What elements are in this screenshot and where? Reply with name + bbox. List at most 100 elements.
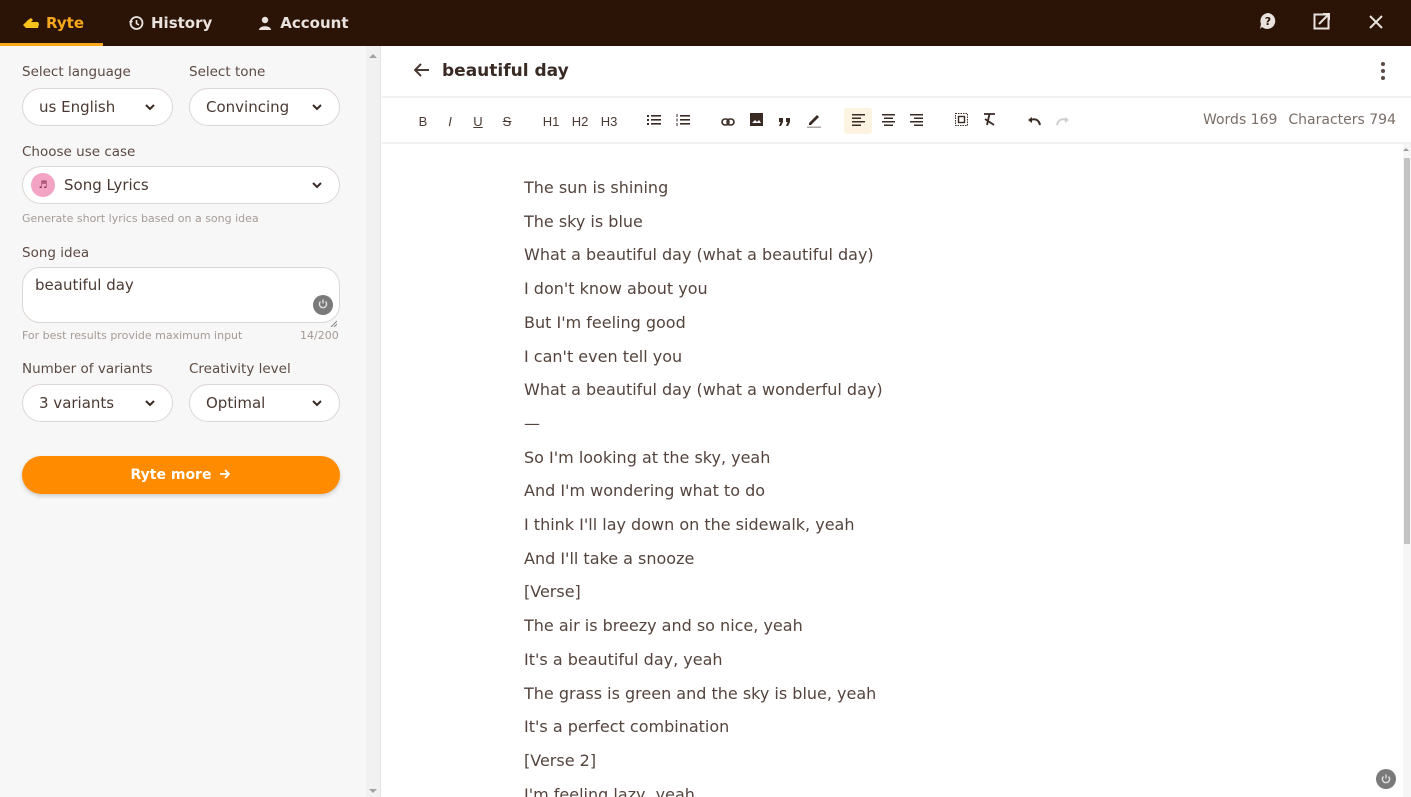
align-right-button[interactable] [905, 108, 927, 134]
lyric-line: What a beautiful day (what a wonderful d… [524, 380, 883, 400]
scroll-up-icon[interactable] [1403, 148, 1409, 151]
power-button[interactable] [313, 295, 333, 315]
fullscreen-button[interactable] [950, 108, 972, 134]
h1-button[interactable]: H1 [540, 108, 562, 134]
top-nav-bar: Ryte History Account ? [0, 0, 1411, 46]
song-idea-input[interactable]: beautiful day [22, 267, 340, 328]
redo-icon [1056, 114, 1070, 129]
use-case-select[interactable]: ♬ Song Lyrics [22, 166, 340, 204]
lyric-line: It's a perfect combination [524, 717, 730, 737]
numbered-list-button[interactable] [672, 108, 694, 134]
numbered-list-icon [676, 113, 690, 129]
h2-button[interactable]: H2 [569, 108, 591, 134]
use-case-helper: Generate short lyrics based on a song id… [22, 212, 259, 225]
external-link-icon [1313, 12, 1331, 34]
tab-account[interactable]: Account [234, 0, 370, 46]
tab-history[interactable]: History [103, 0, 234, 46]
tab-ryte[interactable]: Ryte [0, 0, 103, 46]
h3-button[interactable]: H3 [598, 108, 620, 134]
align-left-button[interactable] [844, 108, 872, 134]
left-panel-scrollbar[interactable] [366, 46, 381, 797]
tone-value: Convincing [206, 98, 290, 116]
underline-icon: U [473, 113, 483, 129]
lyric-line: And I'm wondering what to do [524, 481, 766, 501]
help-button[interactable]: ? [1241, 0, 1295, 46]
song-idea-helper: For best results provide maximum input [22, 329, 243, 342]
document-title: beautiful day [442, 61, 569, 81]
tone-select[interactable]: Convincing [189, 88, 340, 126]
lyric-line: — [524, 413, 540, 433]
bullet-list-icon [647, 114, 661, 129]
editor-content[interactable]: The sun is shining The sky is blue What a … [382, 146, 1402, 797]
lyric-line: So I'm looking at the sky, yeah [524, 447, 771, 467]
tab-ryte-label: Ryte [46, 14, 84, 32]
editor-scrollbar[interactable] [1403, 144, 1411, 797]
tab-account-label: Account [280, 14, 349, 32]
language-value: us English [39, 98, 116, 116]
lyric-line: [Verse 2] [524, 750, 597, 770]
bullet-list-button[interactable] [643, 108, 665, 134]
align-right-icon [909, 113, 923, 129]
chevron-down-icon [311, 179, 323, 191]
lyric-line: But I'm feeling good [524, 312, 686, 332]
ryte-hand-logo-icon [22, 14, 40, 32]
chevron-down-icon [144, 101, 156, 113]
tab-history-label: History [151, 14, 213, 32]
close-button[interactable] [1349, 0, 1403, 46]
undo-icon [1027, 114, 1041, 129]
variants-value: 3 variants [39, 394, 115, 412]
scrollbar-thumb[interactable] [1404, 158, 1410, 544]
clear-formatting-button[interactable] [978, 108, 1000, 134]
image-button[interactable] [745, 108, 767, 134]
song-idea-label: Song idea [22, 245, 90, 261]
history-icon [127, 14, 145, 32]
lyric-line: The sun is shining [524, 178, 669, 197]
word-count: Words 169 [1202, 112, 1278, 128]
scroll-up-icon[interactable] [369, 54, 377, 58]
lyric-line: I don't know about you [524, 279, 708, 299]
variants-label: Number of variants [22, 361, 153, 377]
song-idea-counter: 14/200 [300, 329, 339, 342]
redo-button[interactable] [1052, 108, 1074, 134]
lyric-line: The grass is green and the sky is blue, … [524, 683, 877, 703]
align-center-button[interactable] [877, 108, 899, 134]
strikethrough-button[interactable]: S [496, 108, 518, 134]
power-icon [1380, 770, 1392, 789]
chevron-down-icon [311, 101, 323, 113]
scroll-down-icon[interactable] [369, 789, 377, 793]
editor-header: beautiful day [382, 46, 1411, 98]
resize-handle-icon[interactable] [330, 313, 338, 328]
character-count: Characters 794 [1288, 112, 1396, 128]
lyric-line: The air is breezy and so nice, yeah [524, 616, 803, 636]
use-case-label: Choose use case [22, 144, 136, 160]
use-case-value: Song Lyrics [64, 176, 149, 194]
floating-power-button[interactable] [1376, 769, 1396, 789]
bold-button[interactable]: B [412, 108, 434, 134]
heading-2-icon: H2 [571, 113, 589, 129]
underline-button[interactable]: U [467, 108, 489, 134]
creativity-select[interactable]: Optimal [189, 384, 340, 422]
variants-select[interactable]: 3 variants [22, 384, 173, 422]
lyric-line: What a beautiful day (what a beautiful d… [524, 245, 874, 265]
align-center-icon [881, 113, 895, 129]
chevron-down-icon [311, 397, 323, 409]
more-options-button[interactable] [1377, 61, 1389, 81]
heading-3-icon: H3 [600, 113, 618, 129]
arrow-left-icon [413, 62, 430, 81]
ryte-more-button[interactable]: Ryte more [22, 456, 340, 494]
image-icon [749, 113, 763, 129]
chevron-down-icon [144, 397, 156, 409]
song-lyrics-icon: ♬ [31, 173, 55, 197]
highlight-color-button[interactable] [803, 108, 825, 134]
undo-button[interactable] [1023, 108, 1045, 134]
quote-button[interactable] [774, 108, 796, 134]
link-button[interactable] [717, 108, 739, 134]
clear-format-icon [983, 113, 996, 129]
open-external-button[interactable] [1295, 0, 1349, 46]
language-select[interactable]: us English [22, 88, 173, 126]
back-button[interactable] [412, 61, 432, 81]
ryte-more-label: Ryte more [130, 467, 212, 483]
italic-button[interactable]: I [439, 108, 461, 134]
lyric-line: I'm feeling lazy, yeah [524, 784, 695, 797]
bold-icon: B [418, 113, 428, 129]
